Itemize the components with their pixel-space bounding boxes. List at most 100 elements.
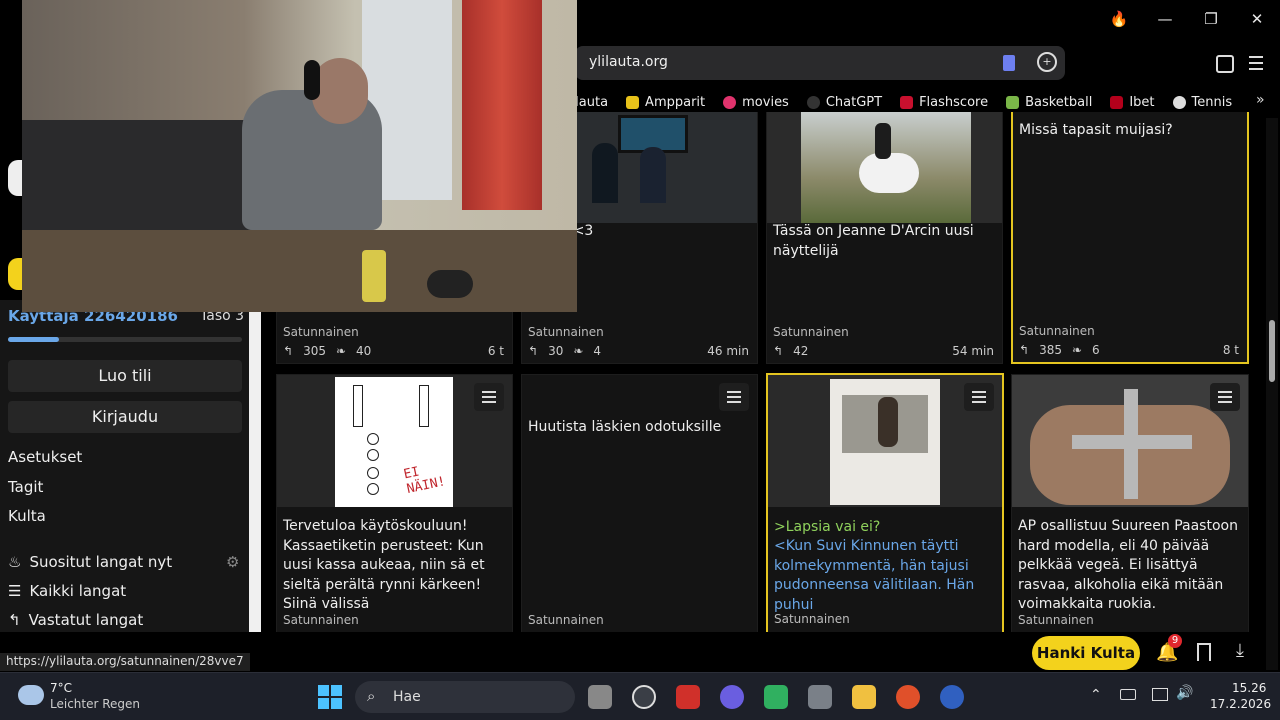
nav-replied-threads[interactable]: ↰ Vastatut langat — [8, 611, 143, 629]
bookmark-list-icon[interactable] — [1197, 643, 1211, 661]
status-url: https://ylilauta.org/satunnainen/28vve7 — [0, 653, 250, 671]
bookmark-flashscore[interactable]: Flashscore — [900, 95, 988, 110]
flashscore-icon — [900, 95, 914, 109]
menu-icon[interactable] — [1249, 56, 1263, 70]
heart-icon — [723, 95, 737, 109]
like-icon: ❧ — [1071, 343, 1083, 357]
sidebar-scrollbar[interactable] — [249, 300, 261, 632]
bookmark-chatgpt[interactable]: ChatGPT — [806, 95, 882, 110]
url-text[interactable]: ylilauta.org — [589, 54, 668, 70]
tags-link[interactable]: Tagit — [8, 478, 43, 496]
app-icon[interactable] — [764, 685, 788, 709]
card-author: Satunnainen — [774, 612, 850, 626]
taskbar-search[interactable]: ⌕ Hae — [355, 681, 575, 713]
level-progress — [8, 337, 242, 342]
keyboard-icon[interactable] — [1120, 689, 1136, 700]
weather-icon — [18, 685, 44, 705]
card-menu-button[interactable] — [474, 383, 504, 411]
address-bar[interactable]: ylilauta.org + — [575, 46, 1065, 80]
calculator-icon[interactable] — [808, 685, 832, 709]
get-gold-button[interactable]: Hanki Kulta — [1032, 636, 1140, 670]
thread-card[interactable]: EI NÄIN! Tervetuloa käytöskouluun! Kassa… — [276, 374, 513, 632]
flame-icon[interactable]: 🔥 — [1106, 8, 1132, 30]
chevron-up-icon[interactable]: ⌃ — [1090, 687, 1102, 703]
thread-title: Huutista läskien odotuksille — [528, 419, 722, 435]
like-icon: ❧ — [573, 344, 584, 358]
card-stats: ↰ 385 ❧ 6 8 t — [1019, 343, 1239, 357]
reply-icon: ↰ — [283, 344, 294, 358]
bookmark-ibet[interactable]: Ibet — [1110, 95, 1155, 110]
thread-thumbnail — [767, 112, 1002, 223]
fire-icon: ♨ — [8, 553, 22, 571]
card-menu-button[interactable] — [719, 383, 749, 411]
thread-title: Missä tapasit muijasi? — [1019, 122, 1173, 138]
app-icon[interactable] — [632, 685, 656, 709]
windows-start-icon[interactable] — [318, 685, 342, 709]
gear-icon[interactable]: ⚙ — [226, 553, 239, 571]
reply-icon: ↰ — [1019, 343, 1030, 357]
card-author: Satunnainen — [283, 325, 359, 339]
taskview-icon[interactable] — [588, 685, 612, 709]
page-scrollbar[interactable] — [1266, 118, 1278, 670]
card-author: Satunnainen — [528, 325, 604, 339]
notification-badge: 9 — [1168, 634, 1182, 648]
network-icon[interactable] — [1152, 688, 1168, 701]
bookmark-icon[interactable] — [1003, 55, 1015, 71]
card-author: Satunnainen — [528, 613, 604, 627]
close-button[interactable]: ✕ — [1244, 8, 1270, 30]
ibet-icon — [1110, 95, 1124, 109]
thread-title: AP osallistuu Suureen Paastoon hard mode… — [1018, 518, 1238, 612]
thread-card[interactable]: Missä tapasit muijasi? Satunnainen ↰ 385 ❧… — [1011, 112, 1249, 364]
chatgpt-icon — [806, 95, 820, 109]
search-placeholder: Hae — [393, 689, 421, 705]
folder-icon[interactable] — [852, 685, 876, 709]
webcam-overlay — [22, 0, 577, 312]
sidebar: Käyttäjä 226420186 Taso 3 Luo tili Kirja… — [0, 300, 261, 632]
add-icon[interactable]: + — [1037, 52, 1057, 72]
nav-all-threads[interactable]: ☰ Kaikki langat — [8, 582, 126, 600]
thread-card[interactable]: AP osallistuu Suureen Paastoon hard mode… — [1011, 374, 1249, 632]
taskbar: 7°C Leichter Regen ⌕ Hae ⌃ 🔊 15.26 17.2.… — [0, 672, 1280, 720]
bookmarks-bar: Ylilauta Ampparit movies ChatGPT Flashsc… — [560, 92, 1232, 112]
clock-time[interactable]: 15.26 — [1232, 681, 1266, 695]
reply-icon: ↰ — [8, 611, 21, 629]
bookmark-ampparit[interactable]: Ampparit — [626, 95, 705, 110]
download-icon[interactable]: ⤓ — [1236, 640, 1244, 661]
thread-card[interactable]: Huutista läskien odotuksille Satunnainen — [521, 374, 758, 632]
thread-card[interactable]: >Lapsia vai ei? <Kun Suvi Kinnunen täytt… — [766, 373, 1004, 632]
search-icon: ⌕ — [367, 687, 376, 705]
clock-date[interactable]: 17.2.2026 — [1210, 697, 1271, 711]
thread-quote: <Kun Suvi Kinnunen täytti kolmekymmentä,… — [774, 538, 975, 613]
card-stats: ↰ 305 ❧ 40 6 t — [283, 344, 504, 358]
app-icon[interactable] — [676, 685, 700, 709]
bookmark-basketball[interactable]: Basketball — [1006, 95, 1092, 110]
thread-card[interactable]: Tässä on Jeanne D'Arcin uusi näyttelijä … — [766, 112, 1003, 364]
gold-link[interactable]: Kulta — [8, 507, 46, 525]
app-icon[interactable] — [720, 685, 744, 709]
basketball-icon — [1006, 95, 1020, 109]
restore-button[interactable]: ❐ — [1198, 8, 1224, 30]
browser-icon[interactable] — [896, 685, 920, 709]
chevron-right-icon[interactable]: » — [1256, 92, 1265, 108]
thread-title: Tässä on Jeanne D'Arcin uusi näyttelijä — [773, 223, 974, 259]
card-author: Satunnainen — [283, 613, 359, 627]
card-stats: ↰ 30 ❧ 4 46 min — [528, 344, 749, 358]
card-menu-button[interactable] — [964, 383, 994, 411]
card-author: Satunnainen — [773, 325, 849, 339]
login-button[interactable]: Kirjaudu — [8, 401, 242, 433]
tennis-icon — [1172, 95, 1186, 109]
bookmark-movies[interactable]: movies — [723, 95, 789, 110]
speaker-icon[interactable]: 🔊 — [1176, 685, 1193, 701]
copy-icon[interactable] — [1216, 55, 1234, 73]
app-icon[interactable] — [940, 685, 964, 709]
minimize-button[interactable]: — — [1152, 8, 1178, 30]
weather-desc[interactable]: Leichter Regen — [50, 697, 140, 711]
card-author: Satunnainen — [1019, 324, 1095, 338]
settings-link[interactable]: Asetukset — [8, 448, 82, 466]
reply-icon: ↰ — [528, 344, 539, 358]
bookmark-tennis[interactable]: Tennis — [1172, 95, 1232, 110]
card-menu-button[interactable] — [1210, 383, 1240, 411]
weather-temp[interactable]: 7°C — [50, 681, 72, 695]
nav-popular[interactable]: ♨ Suositut langat nyt — [8, 553, 172, 571]
create-account-button[interactable]: Luo tili — [8, 360, 242, 392]
